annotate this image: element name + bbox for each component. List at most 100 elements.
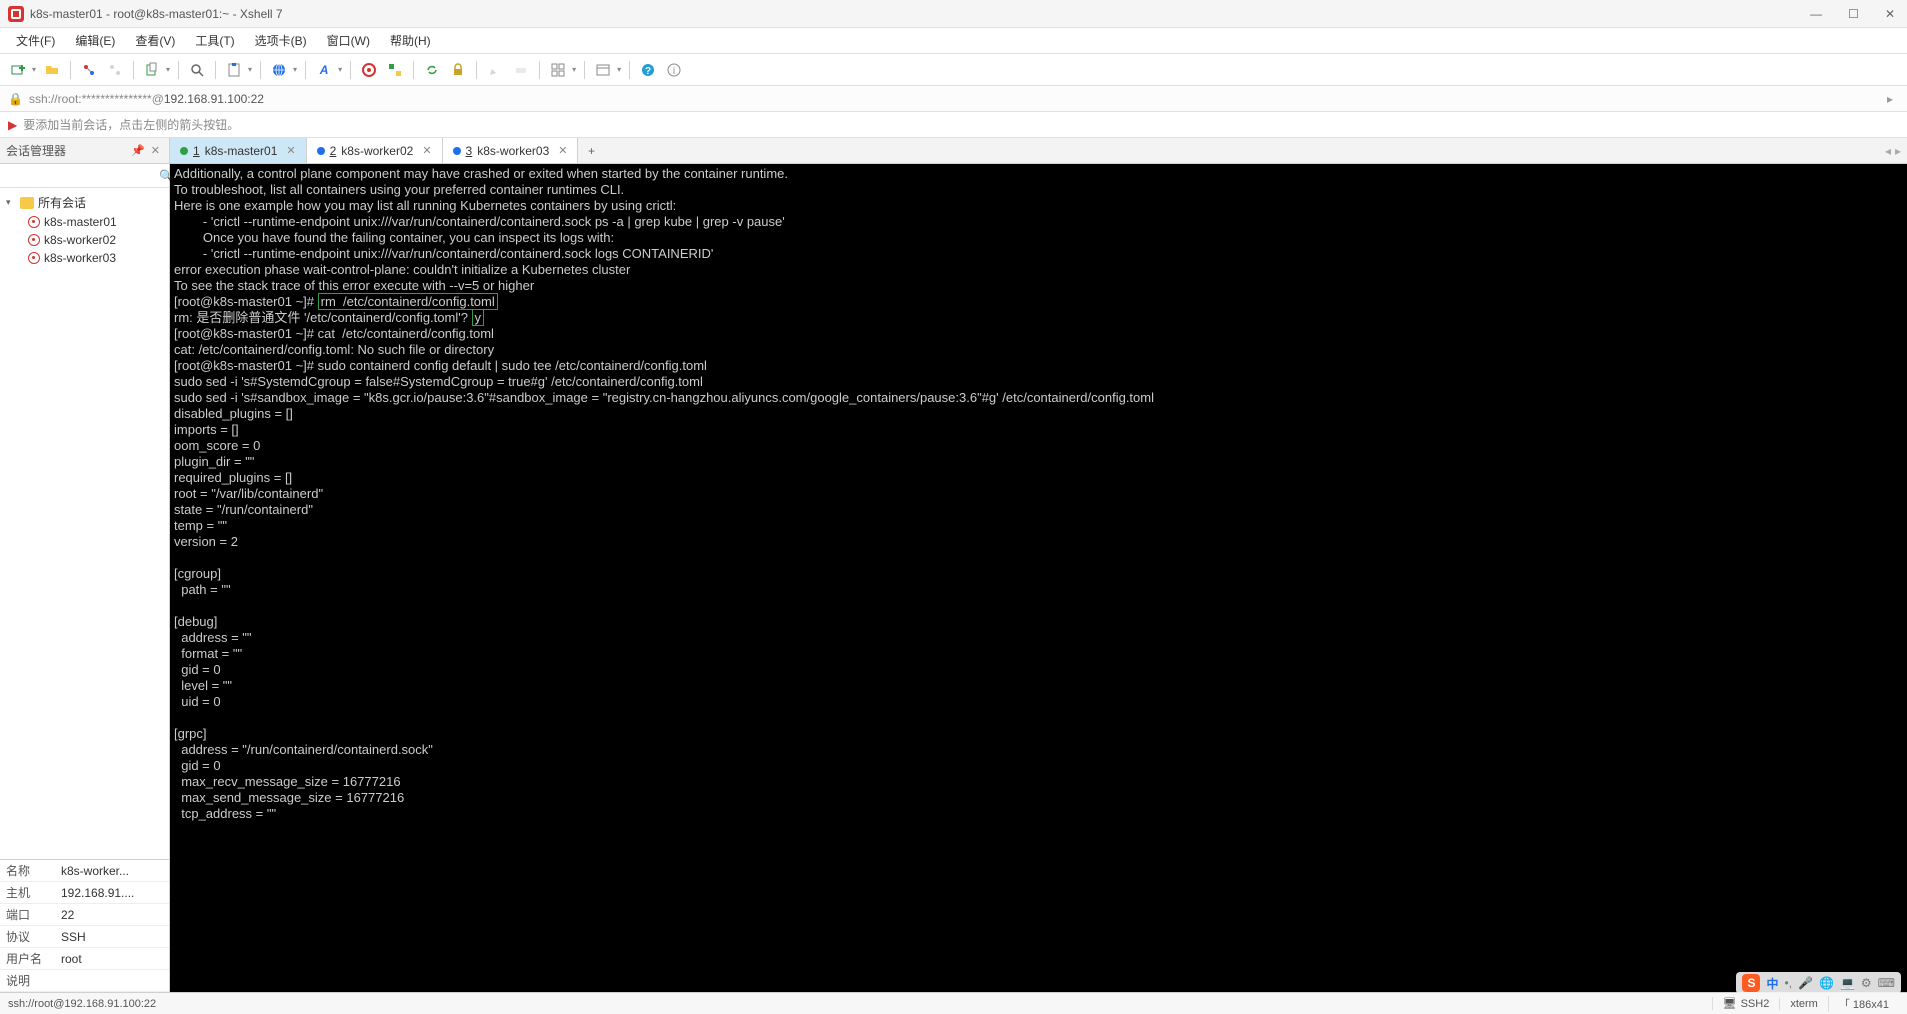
hint-bar: ▶ 要添加当前会话，点击左侧的箭头按钮。 [0, 112, 1907, 138]
menu-help[interactable]: 帮助(H) [382, 29, 439, 52]
collapse-icon[interactable]: ▾ [6, 197, 16, 208]
globe-icon[interactable] [269, 60, 289, 80]
tab-k8s-master01[interactable]: 1 k8s-master01 ✕ [170, 138, 307, 163]
properties-table: 名称k8s-worker... 主机192.168.91.... 端口22 协议… [0, 860, 169, 992]
tab-close-icon[interactable]: ✕ [286, 144, 295, 157]
terminal[interactable]: Additionally, a control plane component … [170, 164, 1907, 992]
menu-tabs[interactable]: 选项卡(B) [247, 29, 315, 52]
new-session-icon[interactable] [8, 60, 28, 80]
address-text[interactable]: ssh://root:***************@192.168.91.10… [29, 92, 1881, 106]
menubar: 文件(F) 编辑(E) 查看(V) 工具(T) 选项卡(B) 窗口(W) 帮助(… [0, 28, 1907, 54]
ime-keyboard-icon[interactable]: ⌨ [1878, 976, 1895, 990]
xftp-icon[interactable] [385, 60, 405, 80]
add-tab-button[interactable]: + [578, 138, 604, 163]
minimize-button[interactable]: — [1806, 7, 1826, 21]
hint-text: 要添加当前会话，点击左侧的箭头按钮。 [23, 116, 239, 133]
terminal-output: Additionally, a control plane component … [174, 166, 788, 293]
ime-voice-icon[interactable]: 🎤 [1798, 976, 1813, 990]
disconnect-icon[interactable] [105, 60, 125, 80]
status-dot-icon [180, 147, 188, 155]
search-input[interactable] [4, 169, 159, 183]
terminal-prompt: [root@k8s-master01 ~]# [174, 294, 318, 309]
menu-file[interactable]: 文件(F) [8, 29, 63, 52]
tab-nav: ◂ ▸ [1879, 138, 1907, 163]
maximize-button[interactable]: ☐ [1844, 7, 1863, 21]
lock-icon[interactable] [448, 60, 468, 80]
status-address: ssh://root@192.168.91.100:22 [8, 998, 1712, 1010]
session-manager-header: 会话管理器 📌 ✕ [0, 138, 170, 163]
open-session-icon[interactable] [42, 60, 62, 80]
menu-tools[interactable]: 工具(T) [187, 29, 242, 52]
session-properties: 名称k8s-worker... 主机192.168.91.... 端口22 协议… [0, 859, 169, 992]
ime-toolbar[interactable]: S 中 •, 🎤 🌐 💻 ⚙ ⌨ [1736, 972, 1901, 994]
table-row: 用户名root [0, 948, 169, 970]
tree-node-label: k8s-master01 [44, 215, 117, 229]
layout-icon[interactable] [593, 60, 613, 80]
flag-icon: ▶ [8, 118, 17, 132]
ime-gear-icon[interactable]: ⚙ [1861, 976, 1872, 990]
folder-icon [20, 197, 34, 209]
erase-icon[interactable] [511, 60, 531, 80]
tree-node-worker02[interactable]: k8s-worker02 [0, 231, 169, 249]
highlight-icon[interactable] [485, 60, 505, 80]
tab-number: 2 [330, 144, 337, 158]
menu-edit[interactable]: 编辑(E) [67, 29, 123, 52]
session-icon [28, 252, 40, 264]
tree-root-label: 所有会话 [38, 194, 86, 211]
ime-web-icon[interactable]: 🌐 [1819, 976, 1834, 990]
info-icon[interactable]: i [664, 60, 684, 80]
menu-window[interactable]: 窗口(W) [319, 29, 378, 52]
tab-number: 3 [466, 144, 473, 158]
session-tree: ▾ 所有会话 k8s-master01 k8s-worker02 k8s-wor… [0, 188, 169, 859]
tab-prev-icon[interactable]: ◂ [1885, 144, 1891, 158]
find-icon[interactable] [187, 60, 207, 80]
tab-label: k8s-worker02 [341, 144, 413, 158]
ime-language[interactable]: 中 [1766, 975, 1778, 992]
font-icon[interactable]: A [314, 60, 334, 80]
address-bar: 🔒 ssh://root:***************@192.168.91.… [0, 86, 1907, 112]
tab-k8s-worker02[interactable]: 2 k8s-worker02 ✕ [307, 138, 443, 163]
close-panel-icon[interactable]: ✕ [148, 144, 163, 157]
session-icon [28, 234, 40, 246]
close-button[interactable]: ✕ [1881, 7, 1899, 21]
reconnect-icon[interactable] [79, 60, 99, 80]
table-row: 主机192.168.91.... [0, 882, 169, 904]
address-go-icon[interactable]: ▸ [1881, 92, 1899, 106]
paste-icon[interactable] [224, 60, 244, 80]
table-row: 名称k8s-worker... [0, 860, 169, 882]
window-buttons: — ☐ ✕ [1806, 7, 1899, 21]
tile-icon[interactable] [548, 60, 568, 80]
ime-pc-icon[interactable]: 💻 [1840, 976, 1855, 990]
svg-text:?: ? [645, 66, 651, 77]
copy-icon[interactable] [142, 60, 162, 80]
tree-node-label: k8s-worker03 [44, 251, 116, 265]
xagent-icon[interactable] [359, 60, 379, 80]
tab-next-icon[interactable]: ▸ [1895, 144, 1901, 158]
tabs-row: 会话管理器 📌 ✕ 1 k8s-master01 ✕ 2 k8s-worker0… [0, 138, 1907, 164]
status-dot-icon [453, 147, 461, 155]
status-size: 「 186x41 [1828, 996, 1899, 1012]
tab-close-icon[interactable]: ✕ [422, 144, 431, 157]
svg-text:i: i [673, 66, 675, 77]
tree-node-label: k8s-worker02 [44, 233, 116, 247]
sogou-icon[interactable]: S [1742, 974, 1760, 992]
tab-label: k8s-master01 [205, 144, 278, 158]
pin-icon[interactable]: 📌 [128, 144, 148, 157]
titlebar: k8s-master01 - root@k8s-master01:~ - Xsh… [0, 0, 1907, 28]
tab-close-icon[interactable]: ✕ [558, 144, 567, 157]
ime-punct-icon[interactable]: •, [1785, 976, 1793, 990]
sidebar: 🔍 ▾ 所有会话 k8s-master01 k8s-worker02 k8s-w… [0, 164, 170, 992]
tree-node-worker03[interactable]: k8s-worker03 [0, 249, 169, 267]
sync-icon[interactable] [422, 60, 442, 80]
tab-k8s-worker03[interactable]: 3 k8s-worker03 ✕ [443, 138, 579, 163]
menu-view[interactable]: 查看(V) [127, 29, 183, 52]
status-dot-icon [317, 147, 325, 155]
help-icon[interactable]: ? [638, 60, 658, 80]
tab-number: 1 [193, 144, 200, 158]
status-bar: ssh://root@192.168.91.100:22 SSH2 xterm … [0, 992, 1907, 1014]
session-icon [28, 216, 40, 228]
tree-node-master01[interactable]: k8s-master01 [0, 213, 169, 231]
tree-root[interactable]: ▾ 所有会话 [0, 192, 169, 213]
lock-small-icon: 🔒 [8, 92, 23, 106]
terminal-output-rest: [root@k8s-master01 ~]# cat /etc/containe… [174, 326, 1154, 821]
